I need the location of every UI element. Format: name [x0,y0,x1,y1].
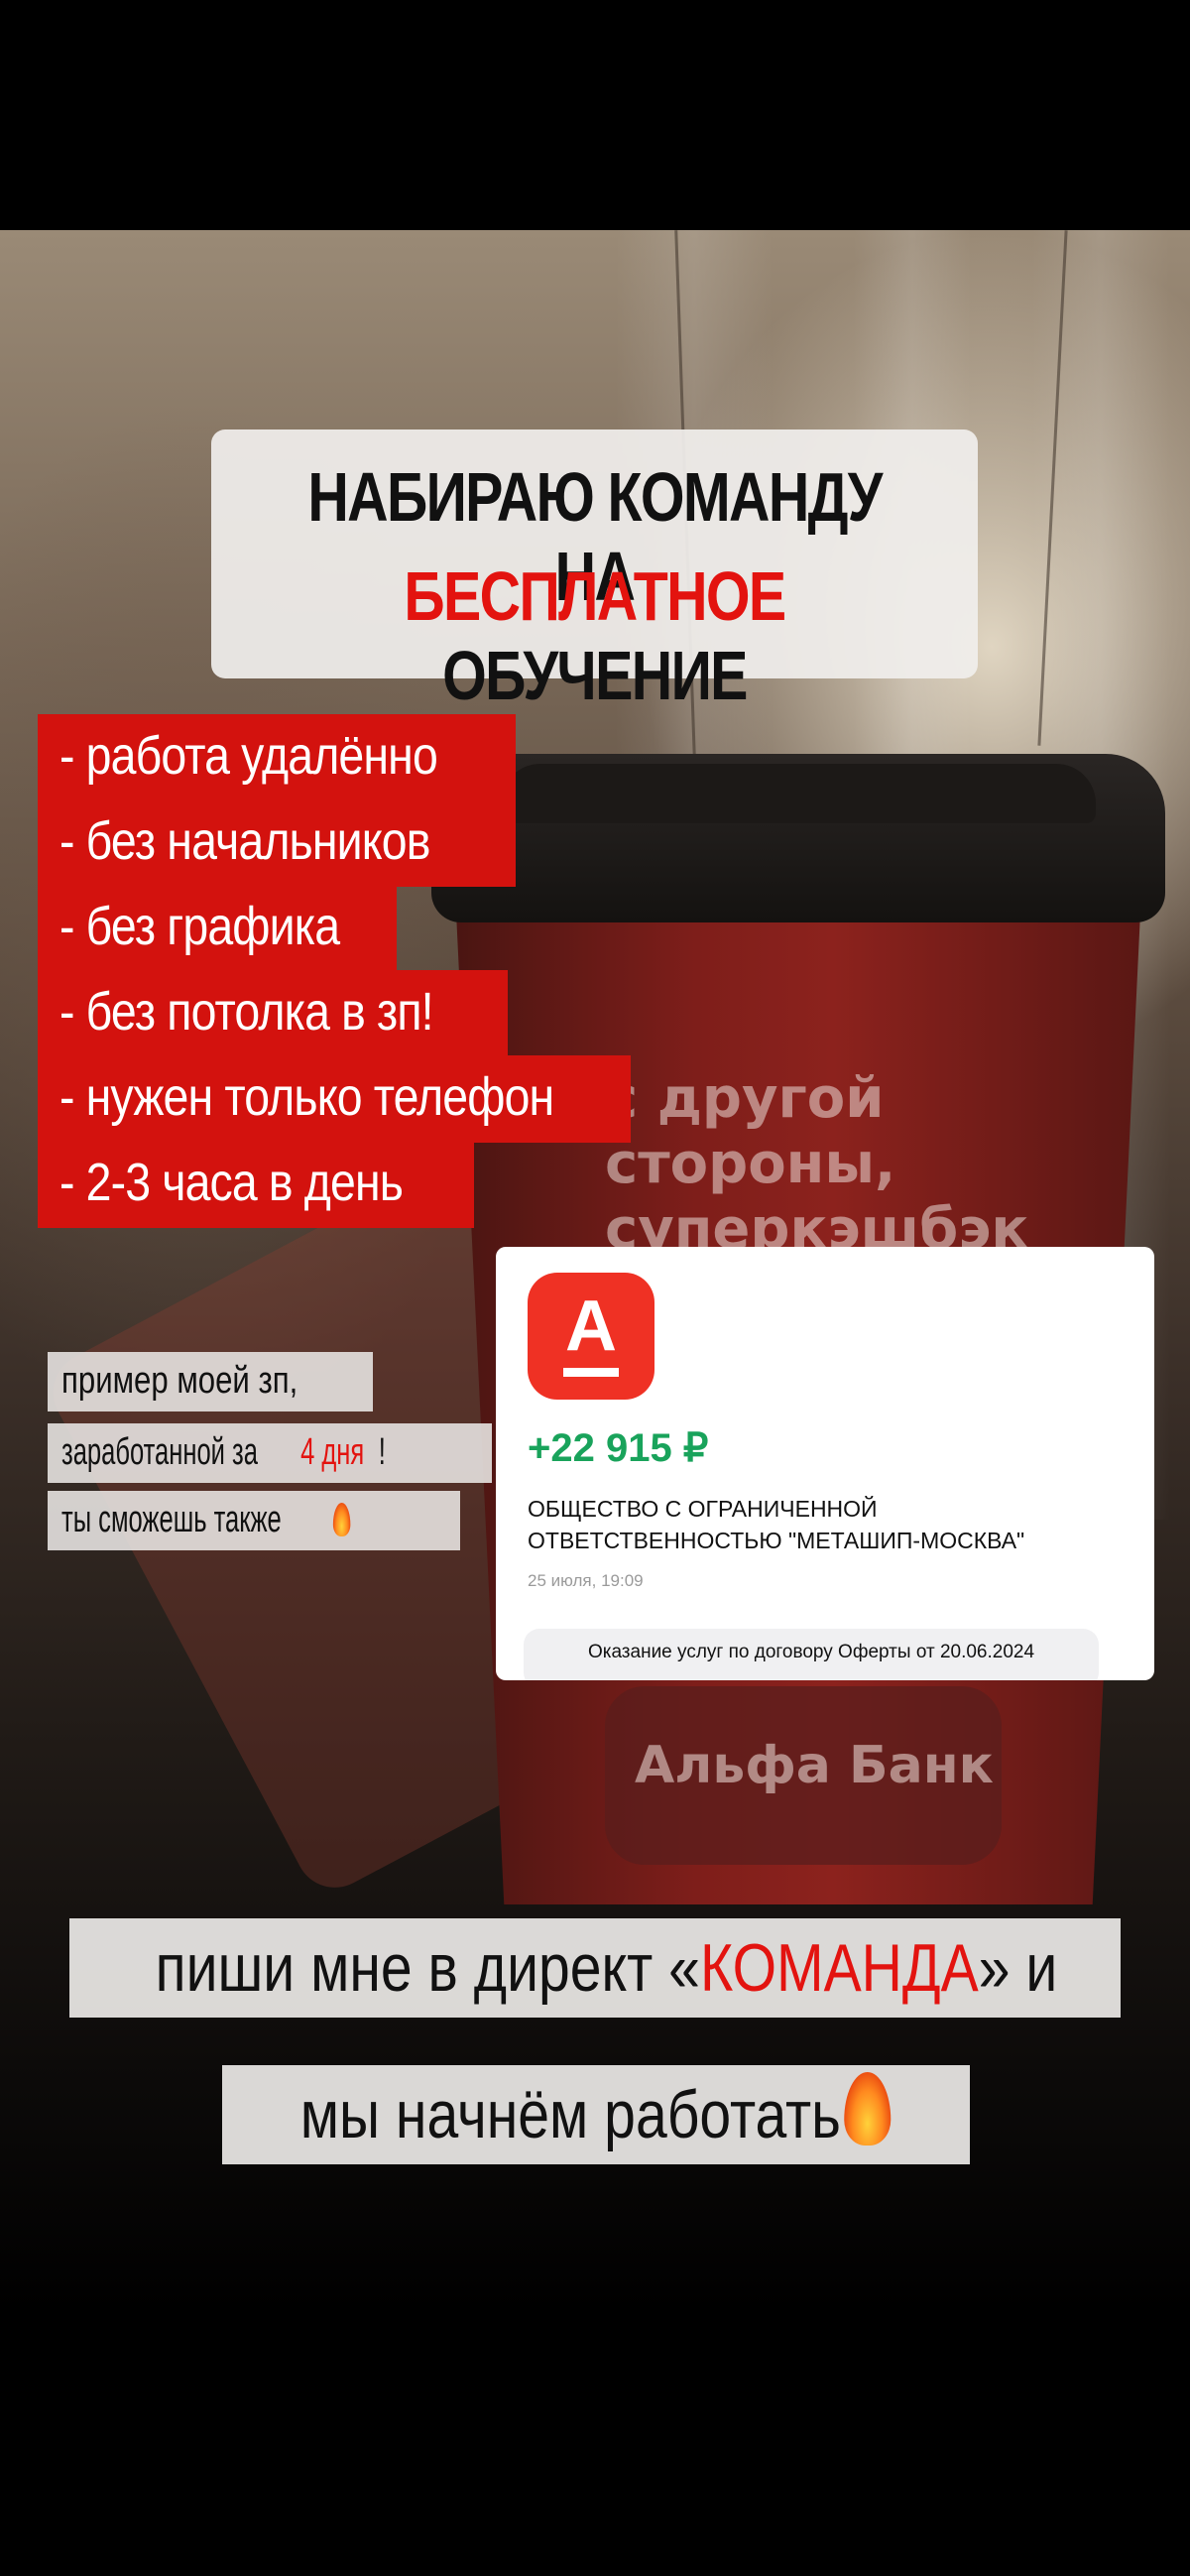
company-line: ОБЩЕСТВО С ОГРАНИЧЕННОЙ [528,1496,878,1522]
cup-print-line: стороны, [605,1132,896,1196]
bullet-text: - 2-3 часа в день [60,1153,404,1212]
title-line-2: БЕСПЛАТНОЕ ОБУЧЕНИЕ [281,556,909,715]
transaction-amount: +22 915 ₽ [528,1426,709,1470]
bullet-item: - 2-3 часа в день [38,1141,474,1228]
title-highlight: БЕСПЛАТНОЕ [404,557,786,635]
bullet-text: - без графика [60,897,340,956]
title-rest: ОБУЧЕНИЕ [442,637,748,714]
cup-label-text: Альфа Банк [635,1736,994,1795]
cta-highlight: КОМАНДА [699,1930,979,2006]
note-highlight: 4 дня [300,1431,365,1473]
logo-letter: А [565,1287,617,1366]
cta-text-line2: мы начнём работать [300,2077,842,2152]
cup-print-line: с другой [605,1066,885,1131]
note-text: пример моей зп, [61,1360,298,1402]
cta-line-2: мы начнём работать [222,2065,970,2164]
bullet-text: - нужен только телефон [60,1067,554,1127]
fire-emoji-icon [844,2072,892,2146]
note-line-2: заработанной за 4 дня! [48,1423,492,1483]
cta-text-after: » и [978,1930,1058,2006]
title-box: НАБИРАЮ КОМАНДУ НА БЕСПЛАТНОЕ ОБУЧЕНИЕ [211,429,978,714]
story-screen: с другой стороны, суперкэшбэк – Альфа Ба… [0,0,1190,2576]
bullet-text: - без начальников [60,811,430,871]
note-line-3: ты сможешь также [48,1491,460,1550]
bullet-text: - без потолка в зп! [60,982,434,1042]
cta-text: мы начнём работать [300,2065,892,2164]
transaction-description: Оказание услуг по договору Оферты от 20.… [524,1629,1099,1680]
company-line: ОТВЕТСТВЕННОСТЬЮ "МЕТАШИП-МОСКВА" [528,1528,1025,1553]
note-text: заработанной за 4 дня! [61,1423,387,1481]
transaction-date: 25 июля, 19:09 [528,1571,644,1590]
fire-emoji-icon [332,1503,351,1536]
bullet-item: - нужен только телефон [38,1055,631,1143]
cta-text-before: пиши мне в директ « [155,1930,700,2006]
cta-line-1: пиши мне в директ «КОМАНДА» и [69,1918,1121,2018]
logo-bar [563,1368,619,1377]
alfa-bank-logo-icon: А [528,1273,654,1400]
cta-text: пиши мне в директ «КОМАНДА» и [156,1918,1058,2018]
bullet-text: - работа удалённо [60,726,438,786]
note-text-line3: ты сможешь также [61,1499,282,1540]
bullet-item: - без графика [38,885,397,972]
note-text: ты сможешь также [61,1491,354,1548]
note-line-1: пример моей зп, [48,1352,373,1411]
cup-lid-top [501,764,1096,823]
bullet-item: - без потолка в зп! [38,970,508,1057]
bullet-item: - без начальников [38,799,516,887]
transaction-company: ОБЩЕСТВО С ОГРАНИЧЕННОЙ ОТВЕТСТВЕННОСТЬЮ… [528,1493,1142,1556]
bullet-item: - работа удалённо [38,714,516,801]
bank-transaction-card: А +22 915 ₽ ОБЩЕСТВО С ОГРАНИЧЕННОЙ ОТВЕ… [496,1247,1154,1680]
note-text-before: заработанной за [61,1431,258,1473]
note-text-after: ! [378,1431,386,1473]
